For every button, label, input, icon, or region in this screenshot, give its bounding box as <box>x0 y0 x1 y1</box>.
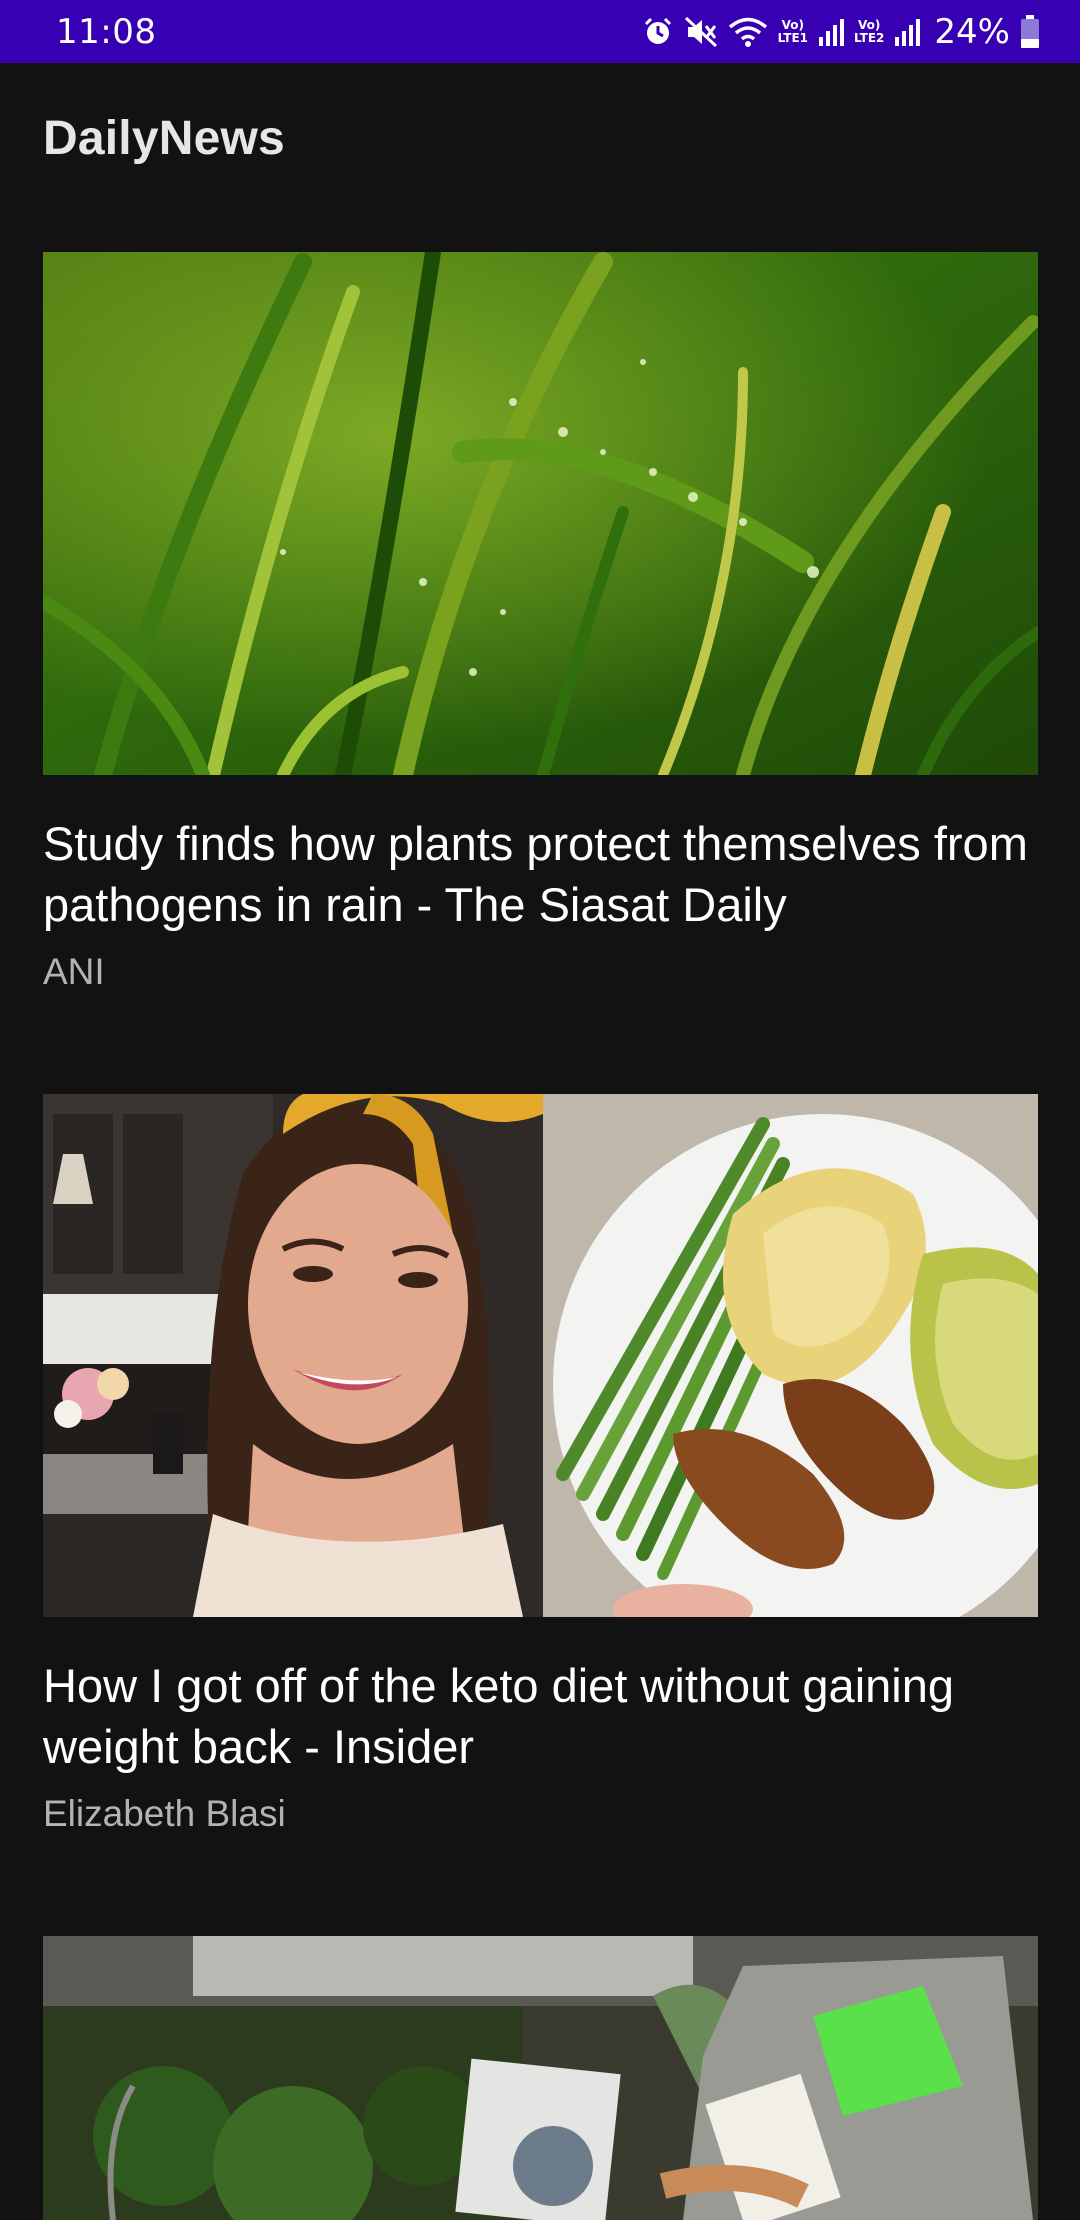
news-card[interactable]: Study finds how plants protect themselve… <box>43 252 1038 993</box>
status-time: 11:08 <box>56 11 157 52</box>
article-image-garden[interactable] <box>43 1936 1038 2220</box>
alarm-icon <box>642 16 674 48</box>
news-card[interactable]: How I got off of the keto diet without g… <box>43 1094 1038 1835</box>
mute-icon <box>684 16 718 48</box>
network-1-label: Vo) LTE1 <box>777 17 809 45</box>
status-icons: Vo) LTE1 Vo) LTE2 24% <box>642 12 1040 52</box>
signal-1-icon <box>818 17 845 47</box>
app-bar: DailyNews <box>0 63 1080 213</box>
battery-percent: 24% <box>934 11 1010 52</box>
article-headline[interactable]: Study finds how plants protect themselve… <box>43 813 1038 935</box>
signal-2-icon <box>894 17 921 47</box>
status-bar: 11:08 Vo) LTE1 Vo) LTE2 24% <box>0 0 1080 63</box>
wifi-icon <box>728 16 768 48</box>
network-2-label: Vo) LTE2 <box>854 17 885 45</box>
app-title: DailyNews <box>43 112 285 165</box>
article-source: ANI <box>43 951 105 992</box>
article-source: Elizabeth Blasi <box>43 1793 286 1834</box>
news-card[interactable] <box>43 1936 1038 2220</box>
battery-icon <box>1020 14 1040 49</box>
article-headline[interactable]: How I got off of the keto diet without g… <box>43 1655 1038 1777</box>
article-image-grass[interactable] <box>43 252 1038 775</box>
article-image-keto[interactable] <box>43 1094 1038 1617</box>
